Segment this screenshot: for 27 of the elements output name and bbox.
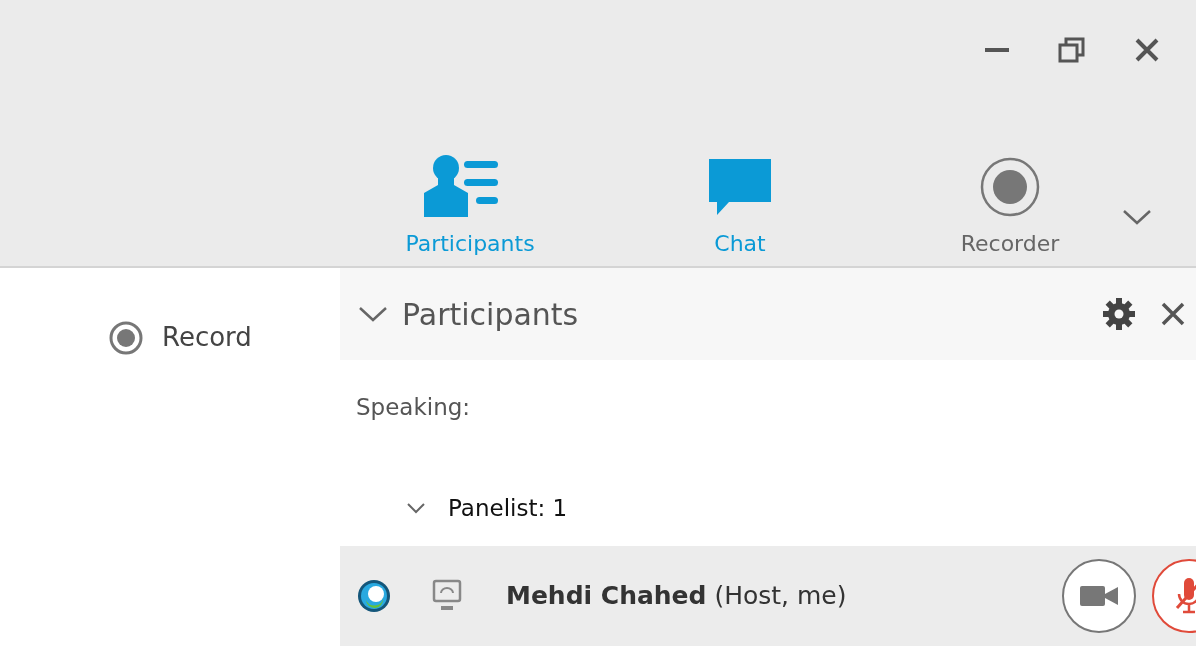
settings-icon [1102, 297, 1136, 331]
chevron-down-icon [406, 502, 426, 514]
speaking-label: Speaking: [355, 393, 472, 422]
chat-bubble-icon [707, 157, 773, 217]
status-icon [356, 578, 392, 614]
toolbar-tab[interactable]: Recorder [920, 157, 1100, 268]
panel-title: Participants [402, 295, 579, 334]
minimize-icon [984, 48, 1009, 52]
muted-microphone-icon [1174, 576, 1196, 616]
record-button[interactable]: Record [108, 318, 252, 357]
chevron-down-icon [1122, 207, 1152, 226]
collapse-toggle[interactable] [358, 305, 388, 323]
screen-icon [432, 579, 462, 613]
toolbar-tab[interactable]: Chat [650, 157, 830, 268]
close-button[interactable] [1160, 301, 1186, 327]
group-toggle[interactable] [406, 502, 426, 514]
settings-button[interactable] [1102, 297, 1136, 331]
chevron-down-icon [358, 305, 388, 323]
record-icon [980, 157, 1040, 217]
restore-icon [1057, 36, 1086, 64]
close-icon [1160, 301, 1186, 327]
participant-row[interactable]: Mehdi Chahed (Host, me) [340, 546, 1196, 646]
participant-name: Mehdi Chahed (Host, me) [506, 580, 847, 613]
video-camera-icon [1080, 584, 1118, 608]
group-label: Panelist: 1 [448, 493, 568, 523]
record-icon [108, 319, 144, 356]
toolbar-tab[interactable]: Participants [380, 155, 560, 268]
